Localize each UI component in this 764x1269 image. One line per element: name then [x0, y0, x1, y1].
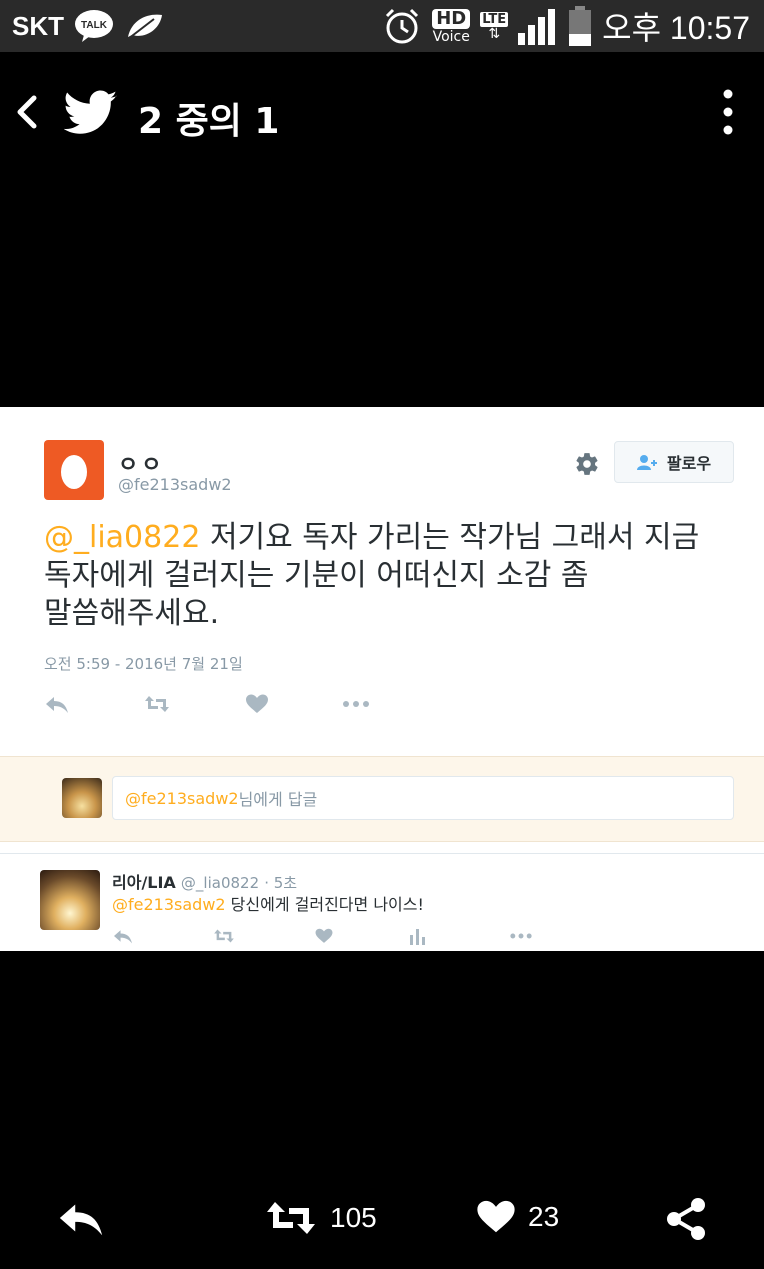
add-user-icon [636, 455, 657, 470]
voice-label: Voice [432, 28, 470, 45]
follow-button[interactable]: 팔로우 [614, 441, 734, 483]
reply-input[interactable]: @fe213sadw2 님에게 답글 [112, 776, 734, 820]
reply-tweet-header: 리아/LIA @_lia0822 · 5초 [112, 869, 297, 893]
heart-icon[interactable] [314, 927, 334, 949]
tweet-text: @_lia0822 저기요 독자 가리는 작가님 그래서 지금 독자에게 걸러지… [44, 519, 734, 633]
more-horizontal-icon[interactable] [508, 927, 534, 949]
alarm-icon [382, 6, 422, 46]
carrier-label: SKT [12, 10, 64, 41]
reply-icon [59, 1204, 103, 1236]
heart-icon[interactable] [244, 693, 270, 715]
lte-icon: LTE ⇅ [480, 11, 509, 42]
follow-label: 팔로우 [666, 454, 712, 473]
author-handle[interactable]: @fe213sadw2 [118, 475, 232, 494]
back-button[interactable] [10, 88, 46, 136]
chevron-left-icon [17, 95, 37, 129]
like-count: 23 [528, 1201, 560, 1232]
bottom-action-bar: 105 23 [0, 1180, 764, 1260]
battery-icon [568, 6, 592, 46]
reply-compose-area: @fe213sadw2 님에게 답글 [0, 756, 764, 842]
twitter-bird-icon [63, 90, 118, 136]
talk-badge-label: TALK [81, 20, 108, 31]
reply-author-avatar[interactable] [40, 870, 100, 930]
more-vertical-icon [723, 89, 733, 135]
share-icon [667, 1198, 705, 1240]
reply-tweet-text: @fe213sadw2 당신에게 걸러진다면 나이스! [112, 891, 424, 915]
hd-label: HD [432, 8, 471, 29]
tweet-card: ㅇㅇ @fe213sadw2 팔로우 @_lia0822 저기요 독자 가리는 … [0, 407, 764, 951]
reply-time[interactable]: · 5초 [264, 874, 297, 892]
current-user-avatar [62, 778, 102, 818]
tweet-timestamp[interactable]: 오전 5:59 - 2016년 7월 21일 [44, 653, 243, 674]
reply-author-handle[interactable]: @_lia0822 [181, 874, 259, 892]
tweet-actions [44, 693, 744, 719]
retweet-icon [267, 1202, 315, 1234]
app-bar: 2 중의 1 [0, 52, 764, 174]
leaf-icon [124, 11, 164, 41]
divider [0, 853, 764, 854]
more-menu-button[interactable] [716, 88, 740, 140]
retweet-icon[interactable] [144, 693, 170, 715]
page-counter: 2 중의 1 [138, 101, 280, 142]
reply-icon[interactable] [44, 693, 70, 715]
analytics-icon[interactable] [408, 927, 428, 949]
reply-input-mention: @fe213sadw2 [125, 788, 239, 808]
bottom-reply-button[interactable] [56, 1196, 106, 1240]
heart-icon [477, 1200, 515, 1233]
kakaotalk-icon: TALK [74, 9, 114, 43]
egg-icon [61, 455, 87, 489]
gear-icon[interactable] [574, 451, 600, 477]
bottom-share-button[interactable] [664, 1196, 708, 1242]
tweet-mention[interactable]: @_lia0822 [44, 520, 200, 555]
status-bar: SKT TALK HD Voice LTE ⇅ 오후 10:57 [0, 0, 764, 52]
reply-icon[interactable] [112, 927, 134, 949]
reply-tweet-mention[interactable]: @fe213sadw2 [112, 895, 226, 914]
reply-tweet-body: 당신에게 걸러진다면 나이스! [225, 895, 424, 914]
egg-avatar[interactable] [44, 440, 104, 500]
bottom-like-button[interactable]: 23 [474, 1196, 559, 1238]
reply-input-placeholder: 님에게 답글 [238, 790, 318, 809]
reply-author-name[interactable]: 리아/LIA [112, 873, 176, 892]
bottom-retweet-button[interactable]: 105 [262, 1196, 377, 1240]
more-horizontal-icon[interactable] [342, 693, 370, 715]
reply-tweet-actions [112, 927, 732, 947]
lte-label: LTE [480, 11, 509, 27]
retweet-icon[interactable] [212, 927, 236, 949]
clock-time: 오후 10:57 [602, 10, 750, 46]
hd-voice-icon: HD Voice [432, 8, 471, 45]
signal-icon [518, 7, 558, 45]
retweet-count: 105 [330, 1202, 377, 1233]
